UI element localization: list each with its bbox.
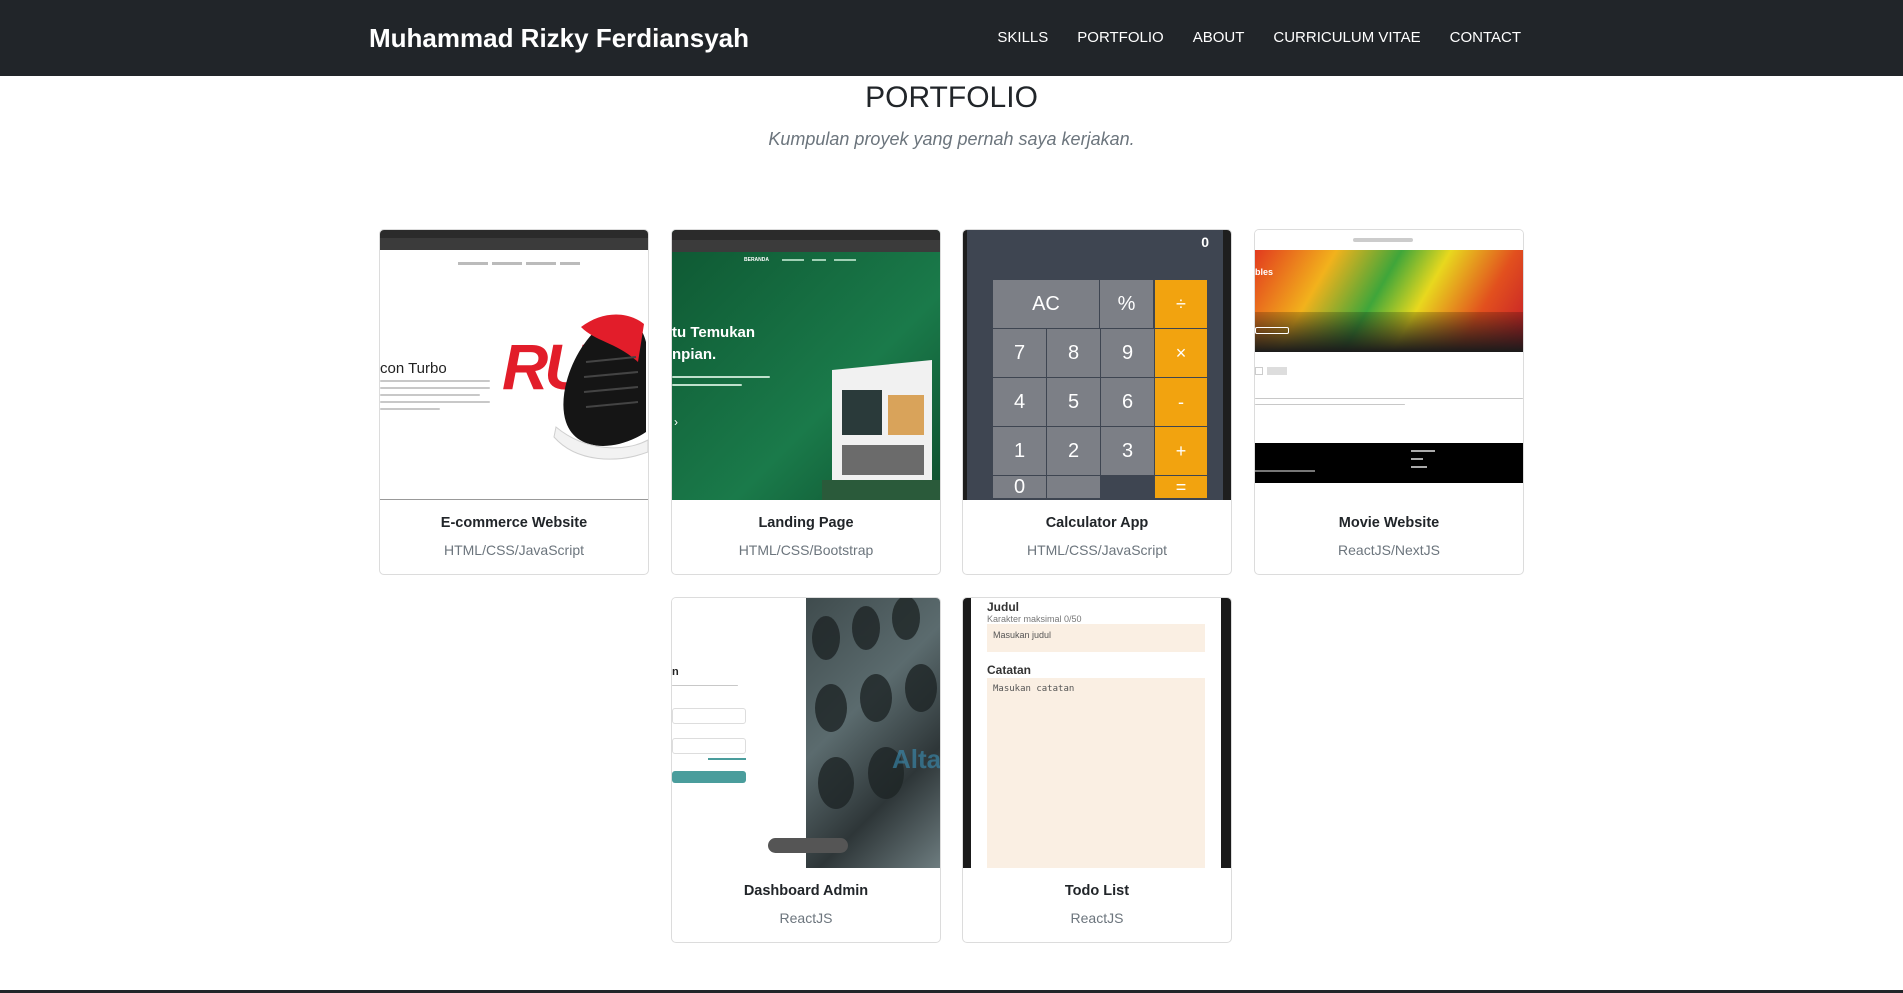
calc-key: 5 bbox=[1047, 378, 1100, 426]
calc-key: AC bbox=[993, 280, 1099, 328]
project-thumbnail-ecommerce: con Turbo RU bbox=[380, 230, 648, 500]
sneaker-image bbox=[553, 314, 648, 460]
dumbbell-rack-image bbox=[812, 598, 937, 809]
thumb-label-note: Catatan bbox=[987, 663, 1032, 677]
thumb-heading: con Turbo bbox=[380, 360, 447, 377]
project-tech: HTML/CSS/JavaScript bbox=[443, 542, 585, 558]
project-thumbnail-dashboard-admin: n Alta bbox=[672, 598, 940, 868]
nav-link-skills[interactable]: SKILLS bbox=[997, 28, 1048, 48]
calc-op-key: - bbox=[1155, 378, 1207, 426]
project-tech: HTML/CSS/Bootstrap bbox=[738, 542, 874, 558]
thumb-placeholder-title: Masukan judul bbox=[987, 624, 1205, 652]
calc-key: 2 bbox=[1047, 427, 1100, 475]
calc-op-key: + bbox=[1155, 427, 1207, 475]
nav-link-portfolio[interactable]: PORTFOLIO bbox=[1077, 28, 1163, 48]
calc-key: 3 bbox=[1101, 427, 1154, 475]
thumb-placeholder-note: Masukan catatan bbox=[987, 678, 1205, 868]
brand-name[interactable]: Muhammad Rizky Ferdiansyah bbox=[369, 21, 749, 55]
project-title: Landing Page bbox=[758, 515, 854, 531]
nav-link-contact[interactable]: CONTACT bbox=[1450, 28, 1521, 48]
project-thumbnail-todo-list: Judul Karakter maksimal 0/50 Masukan jud… bbox=[963, 598, 1231, 868]
project-card-todo-list[interactable]: Judul Karakter maksimal 0/50 Masukan jud… bbox=[962, 597, 1232, 943]
project-card-landing-page[interactable]: BERANDA tu Temukan npian. › Landing Page… bbox=[671, 229, 941, 575]
thumb-hint-title: Karakter maksimal 0/50 bbox=[987, 614, 1082, 624]
thumb-label-title: Judul bbox=[987, 600, 1019, 614]
calc-op-key: ÷ bbox=[1155, 280, 1207, 328]
project-thumbnail-movie-website: bles bbox=[1255, 230, 1523, 500]
calc-key bbox=[1047, 476, 1100, 498]
project-tech: ReactJS bbox=[779, 910, 833, 926]
project-card-movie-website[interactable]: bles Movie Website ReactJS/NextJS bbox=[1254, 229, 1524, 575]
nav-link-about[interactable]: ABOUT bbox=[1193, 28, 1245, 48]
thumb-watermark: Alta bbox=[892, 744, 940, 774]
project-card-calculator[interactable]: 0 AC % 7 8 9 4 5 6 1 2 3 0 ÷ × - + = Cal… bbox=[962, 229, 1232, 575]
calc-key: 0 bbox=[993, 476, 1046, 498]
project-title: Calculator App bbox=[1045, 515, 1149, 531]
calc-key: % bbox=[1100, 280, 1153, 328]
project-tech: HTML/CSS/JavaScript bbox=[1026, 542, 1168, 558]
calc-key: 9 bbox=[1101, 329, 1154, 377]
navbar: Muhammad Rizky Ferdiansyah SKILLS PORTFO… bbox=[0, 0, 1903, 76]
project-title: Movie Website bbox=[1338, 515, 1440, 531]
project-title: Todo List bbox=[1064, 883, 1130, 899]
project-thumbnail-landing-page: BERANDA tu Temukan npian. › bbox=[672, 230, 940, 500]
project-card-ecommerce[interactable]: con Turbo RU E-commerce Website HTML/CSS… bbox=[379, 229, 649, 575]
calc-key: 8 bbox=[1047, 329, 1100, 377]
project-title: E-commerce Website bbox=[440, 515, 588, 531]
nav-link-curriculum-vitae[interactable]: CURRICULUM VITAE bbox=[1273, 28, 1420, 48]
project-title: Dashboard Admin bbox=[743, 883, 869, 899]
thumb-heading: bles bbox=[1255, 267, 1274, 277]
calc-display: 0 bbox=[1201, 234, 1209, 250]
calc-key: 1 bbox=[993, 427, 1046, 475]
calc-key: 6 bbox=[1101, 378, 1154, 426]
calc-op-key: × bbox=[1155, 329, 1207, 377]
house-image bbox=[822, 360, 940, 500]
project-thumbnail-calculator: 0 AC % 7 8 9 4 5 6 1 2 3 0 ÷ × - + = bbox=[963, 230, 1231, 500]
calc-key: 7 bbox=[993, 329, 1046, 377]
project-tech: ReactJS bbox=[1070, 910, 1124, 926]
nav-menu: SKILLS PORTFOLIO ABOUT CURRICULUM VITAE … bbox=[997, 28, 1521, 48]
calc-key: 4 bbox=[993, 378, 1046, 426]
thumb-heading-1: tu Temukan bbox=[672, 324, 756, 341]
thumb-heading: n bbox=[672, 666, 679, 678]
section-subtitle: Kumpulan proyek yang pernah saya kerjaka… bbox=[768, 129, 1135, 149]
section-title: PORTFOLIO bbox=[865, 81, 1038, 114]
project-card-dashboard-admin[interactable]: n Alta Dashboard Admin ReactJS bbox=[671, 597, 941, 943]
calc-op-key: = bbox=[1155, 476, 1207, 498]
chevron-right-icon: › bbox=[674, 415, 678, 429]
thumb-heading-2: npian. bbox=[672, 346, 717, 363]
thumb-nav-item: BERANDA bbox=[744, 257, 769, 263]
project-tech: ReactJS/NextJS bbox=[1338, 542, 1440, 558]
